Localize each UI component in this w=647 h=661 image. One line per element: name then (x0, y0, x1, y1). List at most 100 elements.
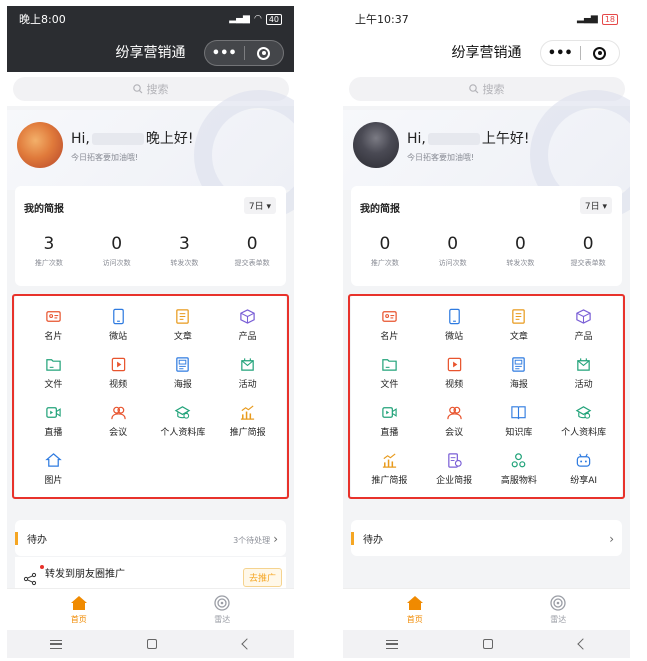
feature-poster-button[interactable]: 海报 (151, 349, 216, 397)
greeting-header: Hi, 上午好! 今日拓客要加油哦! (343, 90, 630, 220)
greeting-subtitle: 今日拓客要加油哦! (71, 153, 139, 162)
home-button-icon[interactable] (147, 639, 158, 649)
todo-row[interactable]: 待办 3个待处理 › (15, 520, 286, 556)
feature-meeting-button[interactable]: 会议 (422, 397, 487, 445)
home-button-icon[interactable] (483, 639, 494, 649)
close-mini-program-button[interactable] (581, 41, 620, 65)
cube-icon (240, 309, 255, 324)
feature-folder-button[interactable]: 文件 (357, 349, 422, 397)
more-button[interactable]: ••• (205, 41, 244, 65)
greeting-prefix: Hi, (407, 131, 426, 147)
stat-item[interactable]: 0 提交表单数 (554, 234, 622, 268)
feature-label: 推广简报 (371, 476, 408, 486)
stat-item[interactable]: 0 访问次数 (419, 234, 487, 268)
tab-radar[interactable]: 雷达 (151, 589, 295, 630)
live-icon (382, 407, 397, 418)
feature-poster-button[interactable]: 海报 (487, 349, 552, 397)
feature-label: 视频 (109, 380, 128, 390)
feature-library-button[interactable]: 个人资料库 (151, 397, 216, 445)
tablet-icon (448, 308, 460, 325)
feature-label: 名片 (380, 332, 399, 342)
battery-icon: 40 (265, 13, 282, 25)
feature-label: 纷享AI (570, 476, 598, 486)
stat-item[interactable]: 3 推广次数 (15, 234, 83, 268)
feature-label: 直播 (44, 428, 63, 438)
folder-icon (46, 359, 61, 371)
tab-home[interactable]: 首页 (7, 589, 151, 630)
library-icon (175, 406, 191, 419)
title-bar: 纷享营销通 ••• (343, 32, 630, 72)
menu-icon[interactable] (385, 639, 398, 649)
feature-label: 微站 (109, 332, 128, 342)
cube-icon (576, 309, 591, 324)
feature-cube-button[interactable]: 产品 (551, 301, 616, 349)
feature-chart-button[interactable]: 推广简报 (357, 445, 422, 493)
report-card: 我的简报 7日 ▾ 0 推广次数 0 访问次数 0 转发次数 0 提交表单数 (351, 186, 622, 286)
close-mini-program-button[interactable] (245, 41, 284, 65)
feature-chart-button[interactable]: 推广简报 (215, 397, 280, 445)
feature-event-button[interactable]: 活动 (551, 349, 616, 397)
feature-meeting-button[interactable]: 会议 (86, 397, 151, 445)
feature-robot-button[interactable]: 纷享AI (551, 445, 616, 493)
feature-label: 图片 (44, 476, 63, 486)
period-select[interactable]: 7日 ▾ (243, 197, 276, 214)
feature-event-button[interactable]: 活动 (215, 349, 280, 397)
tab-radar[interactable]: 雷达 (487, 589, 631, 630)
phone-screen-right: 上午10:37 ▂▄▆ 18 纷享营销通 ••• 搜索 Hi, 上午好! 今日拓客… (343, 6, 630, 658)
stat-item[interactable]: 0 提交表单数 (218, 234, 286, 268)
feature-library-button[interactable]: 个人资料库 (551, 397, 616, 445)
promote-button[interactable]: 去推广 (242, 568, 282, 587)
folder-icon (382, 359, 397, 371)
feature-home-button[interactable]: 图片 (21, 445, 86, 493)
capsule-divider (579, 46, 581, 60)
feature-label: 微站 (445, 332, 464, 342)
tab-home-label: 首页 (406, 614, 423, 624)
feature-grid-card: 名片 微站 文章 产品文件 视频 海报 活动直播 会议 个人资料库 推广简报图片 (15, 294, 286, 499)
target-icon (257, 46, 271, 60)
feature-video-button[interactable]: 视频 (86, 349, 151, 397)
feature-tablet-button[interactable]: 微站 (86, 301, 151, 349)
stat-label: 推广次数 (34, 259, 63, 267)
status-icons: ▂▄▆ ◠ 40 (229, 13, 282, 25)
menu-icon[interactable] (49, 639, 62, 649)
stat-item[interactable]: 0 访问次数 (83, 234, 151, 268)
avatar[interactable] (17, 122, 63, 168)
feature-video-button[interactable]: 视频 (422, 349, 487, 397)
stat-value: 0 (246, 234, 258, 254)
stat-item[interactable]: 3 转发次数 (151, 234, 219, 268)
stat-label: 提交表单数 (234, 259, 270, 267)
tab-home[interactable]: 首页 (343, 589, 487, 630)
report-title: 我的简报 (360, 204, 400, 215)
back-icon[interactable] (577, 638, 589, 650)
stat-item[interactable]: 0 转发次数 (487, 234, 555, 268)
app-title: 纷享营销通 (115, 45, 186, 61)
system-nav-bar (7, 630, 294, 658)
feature-nodes-button[interactable]: 高服物料 (487, 445, 552, 493)
blurred-username (427, 133, 480, 145)
feature-label: 直播 (380, 428, 399, 438)
back-icon[interactable] (241, 638, 253, 650)
feature-live-button[interactable]: 直播 (357, 397, 422, 445)
feature-card-button[interactable]: 名片 (21, 301, 86, 349)
feature-report-button[interactable]: 企业简报 (422, 445, 487, 493)
stat-item[interactable]: 0 推广次数 (351, 234, 419, 268)
event-icon (577, 358, 590, 371)
feature-cube-button[interactable]: 产品 (215, 301, 280, 349)
share-icon (23, 572, 37, 586)
feature-folder-button[interactable]: 文件 (21, 349, 86, 397)
todo-accent (15, 532, 18, 545)
feature-tablet-button[interactable]: 微站 (422, 301, 487, 349)
feature-book-button[interactable]: 知识库 (487, 397, 552, 445)
feature-article-button[interactable]: 文章 (487, 301, 552, 349)
feature-article-button[interactable]: 文章 (151, 301, 216, 349)
home-icon (45, 453, 62, 467)
feature-live-button[interactable]: 直播 (21, 397, 86, 445)
period-select[interactable]: 7日 ▾ (579, 197, 612, 214)
more-button[interactable]: ••• (541, 41, 580, 65)
feature-label: 文章 (509, 332, 528, 342)
feature-grid-card: 名片 微站 文章 产品文件 视频 海报 活动直播 会议 知识库 个人资料库推广简报 企业简报 高服物料… (351, 294, 622, 499)
feature-card-button[interactable]: 名片 (357, 301, 422, 349)
avatar[interactable] (353, 122, 399, 168)
todo-row[interactable]: 待办 › (351, 520, 622, 556)
feature-label: 产品 (238, 332, 257, 342)
